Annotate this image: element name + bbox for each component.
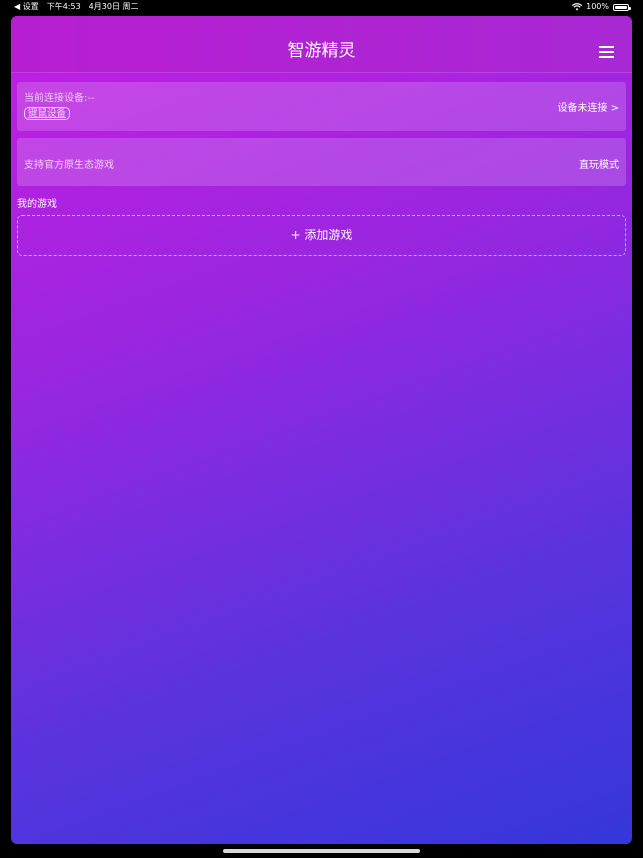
keyboard-mouse-device-tag[interactable]: 键鼠设备: [24, 107, 71, 120]
status-date: 4月30日 周二: [88, 2, 139, 11]
battery-percent: 100%: [586, 2, 609, 11]
direct-play-mode-button[interactable]: 直玩模式: [579, 156, 619, 171]
native-games-label: 支持官方原生态游戏: [24, 160, 114, 171]
battery-icon: [613, 3, 631, 11]
page-title: 智游精灵: [287, 41, 356, 61]
device-connection-card[interactable]: 当前连接设备:-- 键鼠设备 设备未连接 >: [17, 82, 626, 131]
native-games-card[interactable]: 支持官方原生态游戏 直玩模式: [17, 138, 626, 186]
app-window: 智游精灵 当前连接设备:-- 键鼠设备 设备未连接 > 支持官方原生态游戏 直玩…: [11, 16, 632, 844]
menu-icon[interactable]: [599, 46, 614, 58]
status-time: 下午4:53: [46, 2, 81, 11]
status-bar: ◀ 设置 下午4:53 4月30日 周二 100%: [0, 0, 643, 14]
nav-bar: 智游精灵: [11, 16, 632, 73]
my-games-heading: 我的游戏: [17, 199, 57, 210]
add-game-button[interactable]: + 添加游戏: [17, 215, 626, 256]
current-device-label: 当前连接设备:--: [24, 93, 95, 104]
device-status-link[interactable]: 设备未连接 >: [557, 99, 619, 114]
back-to-settings-link[interactable]: ◀ 设置: [14, 0, 39, 14]
home-indicator[interactable]: [223, 849, 420, 853]
wifi-icon: [572, 3, 583, 11]
